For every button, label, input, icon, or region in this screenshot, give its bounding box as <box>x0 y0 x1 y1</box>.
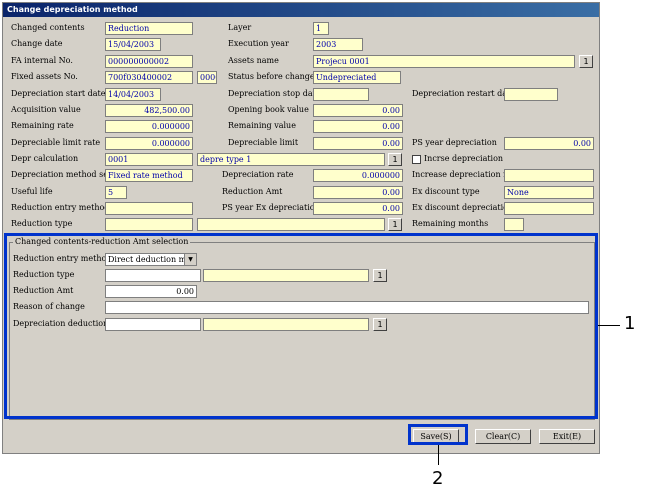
window-title: Change depreciation method <box>3 3 599 17</box>
status-before-field[interactable]: Undepreciated <box>313 71 401 84</box>
exit-button[interactable]: Exit(E) <box>539 429 595 444</box>
reduction-type-label: Reduction type <box>11 219 73 228</box>
fixed-assets-field[interactable]: 700f030400002 <box>105 71 193 84</box>
dep-stop-label: Depreciation stop date <box>228 89 321 98</box>
ex-discount-dep-label: Ex discount depreciation <box>412 203 514 212</box>
ex-discount-type-field[interactable]: None <box>504 186 594 199</box>
reduction-entry-label: Reduction entry method <box>11 203 110 212</box>
depr-calc-label: Depr calculation <box>11 154 79 163</box>
layer-label: Layer <box>228 23 252 32</box>
useful-life-field[interactable]: 5 <box>105 186 127 199</box>
fixed-assets-sub-field[interactable]: 0000 <box>197 71 217 84</box>
changed-contents-label: Changed contents <box>11 23 85 32</box>
dep-start-field[interactable]: 14/04/2003 <box>105 88 161 101</box>
callout-number-2: 2 <box>432 468 444 489</box>
clear-button[interactable]: Clear(C) <box>475 429 531 444</box>
remaining-rate-field[interactable]: 0.000000 <box>105 120 193 133</box>
reduction-amt-label: Reduction Amt <box>222 187 283 196</box>
reduction-entry-field[interactable] <box>105 202 193 215</box>
dep-rate-label: Depreciation rate <box>222 170 294 179</box>
ps-year-dep-label: PS year depreciation <box>412 138 497 147</box>
status-before-label: Status before change <box>228 72 315 81</box>
assets-name-label: Assets name <box>228 56 279 65</box>
reduction-type-lookup-button[interactable]: 1 <box>388 218 402 231</box>
layer-field[interactable]: 1 <box>313 22 329 35</box>
callout-line-2 <box>438 445 439 465</box>
dep-rate-field[interactable]: 0.000000 <box>313 169 403 182</box>
opening-book-field[interactable]: 0.00 <box>313 104 403 117</box>
fa-internal-field[interactable]: 000000000002 <box>105 55 193 68</box>
incr-dep-checkbox[interactable] <box>412 155 421 164</box>
incr-dep-rate-field[interactable] <box>504 169 594 182</box>
ex-discount-dep-field[interactable] <box>504 202 594 215</box>
assets-name-field[interactable]: Projecu 0001 <box>313 55 575 68</box>
dep-method-set-label: Depreciation method set <box>11 170 112 179</box>
dep-limit-rate-field[interactable]: 0.000000 <box>105 137 193 150</box>
remaining-value-field[interactable]: 0.00 <box>313 120 403 133</box>
callout-highlight-save <box>408 424 468 445</box>
incr-dep-label: Incrse depreciation <box>424 154 504 163</box>
opening-book-label: Opening book value <box>228 105 309 114</box>
dep-limit-rate-label: Depreciable limit rate <box>11 138 101 147</box>
remaining-months-label: Remaining months <box>412 219 489 228</box>
useful-life-label: Useful life <box>11 187 53 196</box>
dep-start-label: Depreciation start date <box>11 89 106 98</box>
fa-internal-label: FA internal No. <box>11 56 73 65</box>
callout-number-1: 1 <box>624 313 636 334</box>
callout-highlight-group <box>4 233 598 419</box>
callout-line-1 <box>598 325 620 326</box>
assets-name-lookup-button[interactable]: 1 <box>579 55 593 68</box>
remaining-value-label: Remaining value <box>228 121 296 130</box>
changed-contents-field[interactable]: Reduction <box>105 22 193 35</box>
dep-restart-field[interactable] <box>504 88 558 101</box>
reduction-amt-field[interactable]: 0.00 <box>313 186 403 199</box>
ps-year-ex-field[interactable]: 0.00 <box>313 202 403 215</box>
dep-stop-field[interactable] <box>313 88 369 101</box>
change-date-label: Change date <box>11 39 63 48</box>
acq-value-label: Acquisition value <box>11 105 81 114</box>
execution-year-field[interactable]: 2003 <box>313 38 363 51</box>
dep-limit-label: Depreciable limit <box>228 138 299 147</box>
ps-year-ex-label: PS year Ex depreciation <box>222 203 320 212</box>
dep-limit-field[interactable]: 0.00 <box>313 137 403 150</box>
depr-calc-name-field[interactable]: depre type 1 <box>197 153 385 166</box>
ex-discount-type-label: Ex discount type <box>412 187 480 196</box>
reduction-type-name-field[interactable] <box>197 218 385 231</box>
depr-calc-lookup-button[interactable]: 1 <box>388 153 402 166</box>
reduction-type-code-field[interactable] <box>105 218 193 231</box>
remaining-rate-label: Remaining rate <box>11 121 74 130</box>
dep-restart-label: Depreciation restart date <box>412 89 515 98</box>
fixed-assets-label: Fixed assets No. <box>11 72 78 81</box>
execution-year-label: Execution year <box>228 39 289 48</box>
remaining-months-field[interactable] <box>504 218 524 231</box>
change-date-field[interactable]: 15/04/2003 <box>105 38 161 51</box>
dep-method-set-field[interactable]: Fixed rate method <box>105 169 193 182</box>
acq-value-field[interactable]: 482,500.00 <box>105 104 193 117</box>
ps-year-dep-field[interactable]: 0.00 <box>504 137 594 150</box>
depr-calc-code-field[interactable]: 0001 <box>105 153 193 166</box>
